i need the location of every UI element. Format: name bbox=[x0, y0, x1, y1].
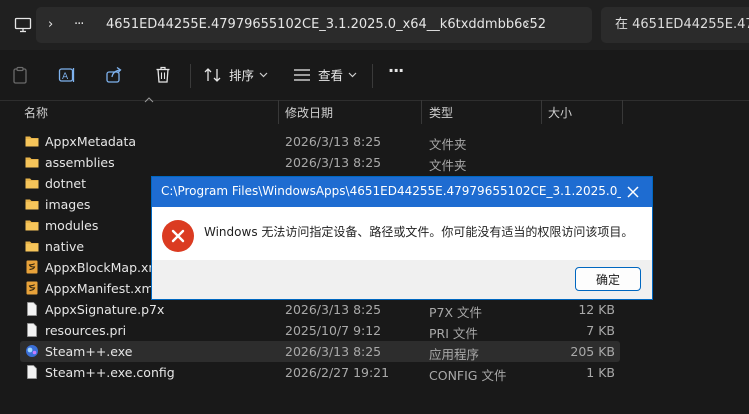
dialog-title-bar[interactable]: C:\Program Files\WindowsApps\4651ED44255… bbox=[152, 177, 652, 207]
file-type: 文件夹 bbox=[429, 158, 467, 173]
file-row-selected[interactable]: Steam++.exe 2026/3/13 8:25 应用程序 205 KB bbox=[20, 341, 620, 362]
column-divider[interactable] bbox=[541, 100, 542, 124]
column-header-row: 名称 修改日期 类型 大小 bbox=[0, 97, 749, 124]
column-header-type[interactable]: 类型 bbox=[429, 104, 453, 121]
file-size: 1 KB bbox=[586, 365, 615, 380]
breadcrumb-overflow-button[interactable]: ··· bbox=[74, 7, 84, 43]
file-size: 12 KB bbox=[578, 302, 615, 317]
address-bar: › ··· 4651ED44255E.47979655102CE_3.1.202… bbox=[0, 0, 749, 50]
file-name: native bbox=[45, 239, 85, 254]
breadcrumb-separator-icon: › bbox=[48, 17, 54, 32]
ok-button[interactable]: 确定 bbox=[575, 267, 641, 291]
xml-file-icon bbox=[26, 260, 38, 274]
file-row[interactable]: AppxSignature.p7x 2026/3/13 8:25 P7X 文件 … bbox=[20, 299, 620, 320]
column-divider[interactable] bbox=[622, 100, 623, 124]
file-size: 205 KB bbox=[570, 344, 615, 359]
toolbar-divider bbox=[190, 64, 191, 88]
file-icon bbox=[27, 302, 37, 316]
file-date: 2026/3/13 8:25 bbox=[285, 344, 382, 359]
file-date: 2026/3/13 8:25 bbox=[285, 302, 382, 317]
rename-icon[interactable]: A bbox=[57, 64, 77, 86]
file-date: 2026/3/13 8:25 bbox=[285, 134, 382, 149]
column-header-name[interactable]: 名称 bbox=[24, 104, 48, 121]
file-name: images bbox=[45, 197, 91, 212]
computer-icon[interactable] bbox=[12, 14, 34, 36]
file-name: AppxBlockMap.xml bbox=[45, 260, 165, 275]
file-type: PRI 文件 bbox=[429, 326, 478, 341]
column-divider[interactable] bbox=[278, 100, 279, 124]
file-name: Steam++.exe bbox=[45, 344, 133, 359]
file-type: P7X 文件 bbox=[429, 305, 483, 320]
share-icon[interactable] bbox=[104, 64, 124, 86]
column-header-date[interactable]: 修改日期 bbox=[285, 104, 333, 121]
file-name: resources.pri bbox=[45, 323, 127, 338]
xml-file-icon bbox=[26, 281, 38, 295]
file-row[interactable]: resources.pri 2025/10/7 9:12 PRI 文件 7 KB bbox=[20, 320, 620, 341]
file-row[interactable]: AppxMetadata 2026/3/13 8:25 文件夹 bbox=[20, 131, 620, 152]
sort-ascending-icon bbox=[143, 96, 155, 104]
sort-icon bbox=[204, 68, 221, 82]
file-size: 7 KB bbox=[586, 323, 615, 338]
error-dialog: C:\Program Files\WindowsApps\4651ED44255… bbox=[151, 176, 653, 300]
file-name: AppxManifest.xml bbox=[45, 281, 158, 296]
file-row[interactable]: assemblies 2026/3/13 8:25 文件夹 bbox=[20, 152, 620, 173]
folder-icon bbox=[25, 136, 39, 147]
app-icon bbox=[26, 345, 38, 357]
file-type: 应用程序 bbox=[429, 347, 480, 362]
address-field[interactable]: › ··· 4651ED44255E.47979655102CE_3.1.202… bbox=[36, 7, 592, 43]
chevron-down-icon bbox=[258, 70, 268, 80]
file-name: AppxSignature.p7x bbox=[45, 302, 165, 317]
chevron-down-icon bbox=[347, 70, 357, 80]
file-date: 2026/3/13 8:25 bbox=[285, 155, 382, 170]
folder-icon bbox=[25, 199, 39, 210]
svg-text:A: A bbox=[62, 72, 69, 82]
dialog-body: Windows 无法访问指定设备、路径或文件。你可能没有适当的权限访问该项目。 bbox=[152, 207, 652, 260]
breadcrumb-chevron-icon[interactable]: › bbox=[524, 7, 529, 43]
breadcrumb-current-folder[interactable]: 4651ED44255E.47979655102CE_3.1.2025.0_x6… bbox=[106, 7, 546, 43]
dialog-title: C:\Program Files\WindowsApps\4651ED44255… bbox=[161, 184, 621, 198]
folder-icon bbox=[25, 157, 39, 168]
view-icon bbox=[294, 69, 310, 81]
file-name: Steam++.exe.config bbox=[45, 365, 175, 380]
close-icon[interactable] bbox=[624, 183, 642, 201]
toolbar-divider bbox=[372, 64, 373, 88]
paste-icon[interactable] bbox=[10, 64, 30, 86]
file-icon bbox=[27, 323, 37, 337]
more-options-button[interactable]: ··· bbox=[388, 61, 404, 80]
file-date: 2025/10/7 9:12 bbox=[285, 323, 382, 338]
dialog-message: Windows 无法访问指定设备、路径或文件。你可能没有适当的权限访问该项目。 bbox=[204, 225, 634, 239]
file-name: dotnet bbox=[45, 176, 86, 191]
file-date: 2026/2/27 19:21 bbox=[285, 365, 390, 380]
file-name: modules bbox=[45, 218, 99, 233]
error-icon bbox=[162, 220, 194, 252]
file-name: assemblies bbox=[45, 155, 115, 170]
folder-icon bbox=[25, 220, 39, 231]
column-divider[interactable] bbox=[421, 100, 422, 124]
column-header-size[interactable]: 大小 bbox=[548, 104, 572, 121]
sort-label: 排序 bbox=[229, 68, 255, 83]
delete-icon[interactable] bbox=[153, 64, 173, 86]
folder-icon bbox=[25, 241, 39, 252]
command-bar: A 排序 查看 ··· bbox=[0, 50, 749, 101]
file-name: AppxMetadata bbox=[45, 134, 137, 149]
file-row[interactable]: Steam++.exe.config 2026/2/27 19:21 CONFI… bbox=[20, 362, 620, 383]
folder-icon bbox=[25, 178, 39, 189]
view-label: 查看 bbox=[318, 68, 344, 83]
search-input[interactable]: 在 4651ED44255E.47979655102CE_3.1.2025.0_… bbox=[601, 7, 749, 43]
file-type: CONFIG 文件 bbox=[429, 368, 507, 383]
file-icon bbox=[27, 365, 37, 379]
file-type: 文件夹 bbox=[429, 137, 467, 152]
